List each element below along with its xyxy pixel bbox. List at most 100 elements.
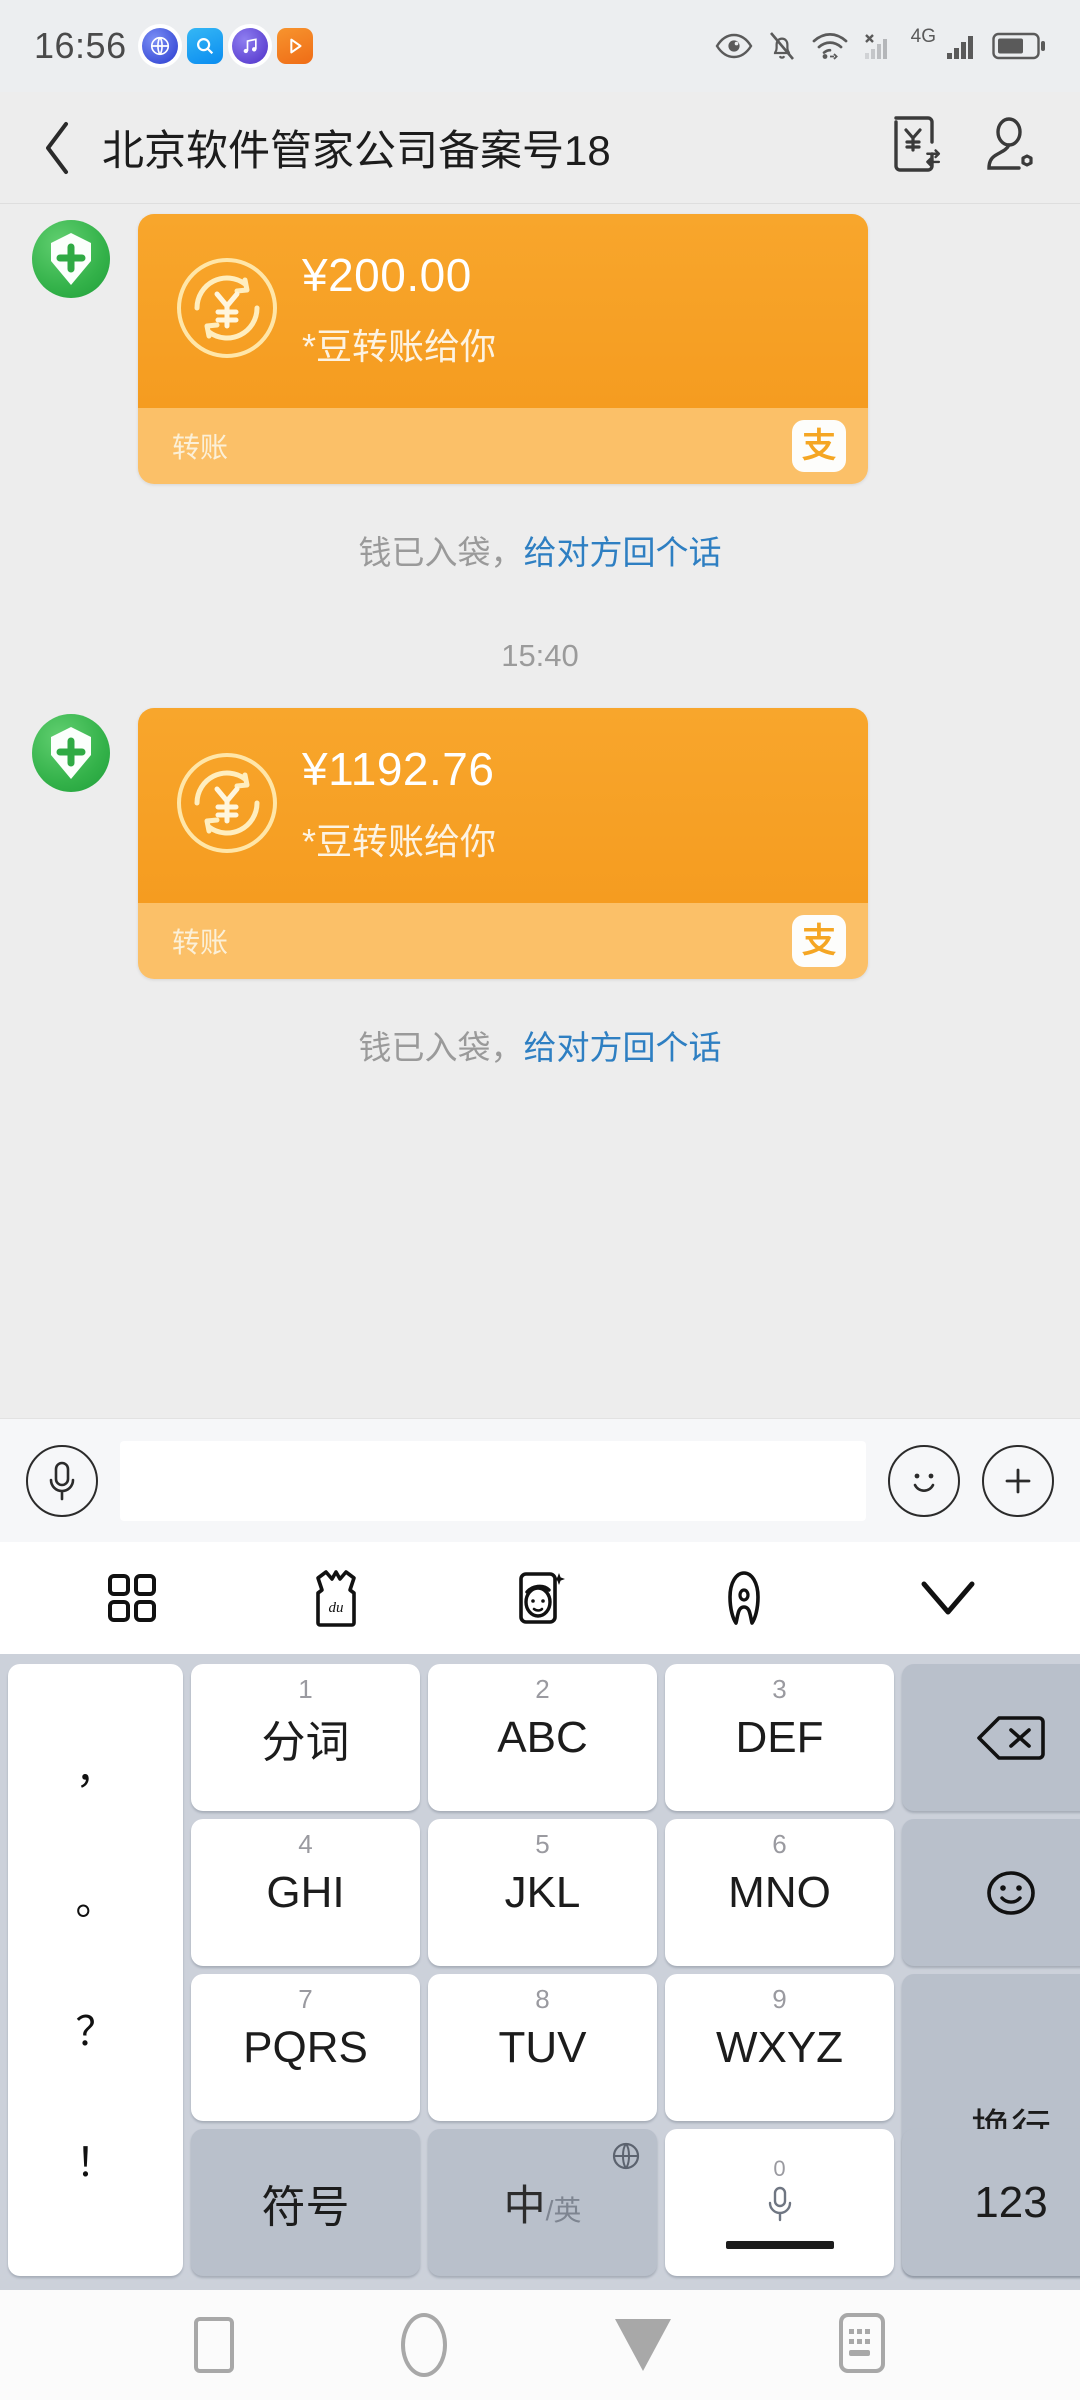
transfer-amount: ¥200.00 xyxy=(302,249,472,301)
space-key[interactable]: 0 xyxy=(665,2129,894,2276)
transfer-note: *豆转账给你 xyxy=(302,326,497,368)
signal-4g-icon xyxy=(946,31,978,61)
punctuation-comma[interactable]: ， xyxy=(76,1750,116,1790)
transfer-type-label: 转账 xyxy=(172,926,229,958)
sticker-face-icon[interactable] xyxy=(485,1542,595,1654)
message-transfer-card[interactable]: ¥1192.76 *豆转账给你 转账 支 xyxy=(0,708,1080,979)
microphone-icon xyxy=(767,2186,793,2231)
key-9[interactable]: 9 WXYZ xyxy=(665,1974,894,2121)
alipay-badge-icon: 支 xyxy=(792,914,846,967)
space-bar-indicator xyxy=(725,2241,834,2249)
home-circle-icon[interactable] xyxy=(401,2313,448,2377)
music-icon xyxy=(231,28,268,64)
input-method-person-icon[interactable] xyxy=(689,1542,799,1654)
key-number: 5 xyxy=(535,1829,550,1859)
voice-record-button[interactable] xyxy=(26,1444,98,1517)
transfer-yen-icon xyxy=(168,747,286,859)
status-bar: 16:56 4G xyxy=(0,0,1080,92)
transfer-status-text: 钱已入袋， xyxy=(358,534,524,572)
key-3[interactable]: 3 DEF xyxy=(665,1664,894,1811)
key-number: 3 xyxy=(772,1674,787,1704)
wifi-icon xyxy=(811,31,849,61)
system-navigation-bar xyxy=(0,2290,1080,2400)
keyboard-emoji-key[interactable] xyxy=(902,1819,1080,1966)
numeric-label: 123 xyxy=(974,2177,1048,2227)
smiley-icon xyxy=(987,1870,1035,1915)
phone-screen: 16:56 4G 北京软件管家公司备案号18 ¥200.00 *豆转账给你 转账… xyxy=(0,0,1080,2400)
punctuation-question[interactable]: ？ xyxy=(76,2012,116,2052)
key-number: 2 xyxy=(535,1674,550,1704)
chat-message-list[interactable]: ¥200.00 *豆转账给你 转账 支 钱已入袋，给对方回个话 15:40 ¥1… xyxy=(0,204,1080,1418)
back-button[interactable] xyxy=(30,120,84,176)
key-label: DEF xyxy=(735,1712,824,1762)
key-6[interactable]: 6 MNO xyxy=(665,1819,894,1966)
backspace-icon xyxy=(977,1715,1045,1760)
punctuation-period[interactable]: 。 xyxy=(76,1881,116,1921)
key-2[interactable]: 2 ABC xyxy=(428,1664,657,1811)
shield-plus-avatar[interactable] xyxy=(32,714,110,793)
key-label: MNO xyxy=(728,1867,831,1917)
key-number: 1 xyxy=(298,1674,313,1704)
transfer-card-text: ¥200.00 *豆转账给你 xyxy=(302,248,496,368)
transfer-card-body: ¥200.00 *豆转账给你 xyxy=(138,214,868,409)
reply-link[interactable]: 给对方回个话 xyxy=(524,1029,722,1066)
message-input[interactable] xyxy=(120,1440,866,1521)
contact-profile-icon[interactable] xyxy=(984,114,1040,181)
key-4[interactable]: 4 GHI xyxy=(191,1819,420,1966)
key-number: 6 xyxy=(772,1829,787,1859)
recents-square-icon[interactable] xyxy=(193,2317,234,2373)
signal-no-service-icon xyxy=(863,31,897,61)
status-bar-notification-icons xyxy=(141,28,313,64)
message-transfer-card[interactable]: ¥200.00 *豆转账给你 转账 支 xyxy=(0,214,1080,485)
status-bar-system-icons: 4G xyxy=(715,26,1046,62)
network-type-label: 4G xyxy=(910,26,936,47)
key-number: 7 xyxy=(298,1984,313,2014)
search-icon xyxy=(186,28,223,64)
globe-icon xyxy=(611,2141,641,2176)
reply-link[interactable]: 给对方回个话 xyxy=(524,534,722,571)
chevron-down-icon[interactable] xyxy=(893,1542,1003,1654)
transfer-card-body: ¥1192.76 *豆转账给你 xyxy=(138,708,868,903)
tshirt-du-icon[interactable]: du xyxy=(281,1542,391,1654)
key-number: 9 xyxy=(772,1984,787,2014)
punctuation-key[interactable]: ， 。 ？ ！ xyxy=(8,1664,183,2276)
key-label: GHI xyxy=(266,1867,345,1917)
key-number: 4 xyxy=(298,1829,313,1859)
emoji-button[interactable] xyxy=(888,1444,960,1517)
key-1[interactable]: 1 分词 xyxy=(191,1664,420,1811)
globe-icon xyxy=(141,28,178,64)
transfer-card-footer: 转账 支 xyxy=(138,902,868,979)
shield-plus-avatar[interactable] xyxy=(32,220,110,298)
key-label: TUV xyxy=(498,2022,587,2072)
grid-apps-icon[interactable] xyxy=(77,1542,187,1654)
status-bar-clock: 16:56 xyxy=(34,25,127,66)
transfer-status-text: 钱已入袋， xyxy=(358,1028,524,1066)
transfer-card-text: ¥1192.76 *豆转账给你 xyxy=(302,742,496,862)
keyboard-icon[interactable] xyxy=(838,2312,886,2379)
transfer-bill-icon[interactable] xyxy=(890,114,946,181)
language-switch-key[interactable]: 中/英 xyxy=(428,2129,657,2276)
battery-icon xyxy=(992,32,1046,60)
language-label: 中/英 xyxy=(503,2182,582,2229)
punctuation-exclaim[interactable]: ！ xyxy=(76,2143,116,2183)
more-actions-button[interactable] xyxy=(982,1444,1054,1517)
symbols-key[interactable]: 符号 xyxy=(191,2129,420,2276)
key-8[interactable]: 8 TUV xyxy=(428,1974,657,2121)
app-header: 北京软件管家公司备案号18 xyxy=(0,92,1080,204)
message-timestamp: 15:40 xyxy=(501,638,579,674)
key-5[interactable]: 5 JKL xyxy=(428,1819,657,1966)
backspace-key[interactable] xyxy=(902,1664,1080,1811)
transfer-status-line: 钱已入袋，给对方回个话 xyxy=(0,526,1080,574)
key-7[interactable]: 7 PQRS xyxy=(191,1974,420,2121)
back-triangle-icon[interactable] xyxy=(614,2319,671,2371)
key-label: PQRS xyxy=(243,2022,368,2072)
transfer-card[interactable]: ¥200.00 *豆转账给你 转账 支 xyxy=(138,214,868,485)
space-zero-label: 0 xyxy=(773,2156,786,2181)
page-title: 北京软件管家公司备案号18 xyxy=(102,127,611,174)
numeric-key[interactable]: 123 xyxy=(902,2129,1080,2276)
transfer-amount: ¥1192.76 xyxy=(302,743,495,796)
transfer-card[interactable]: ¥1192.76 *豆转账给你 转账 支 xyxy=(138,708,868,979)
header-action-group xyxy=(890,114,1050,181)
transfer-yen-icon xyxy=(168,252,286,364)
message-input-bar xyxy=(0,1418,1080,1542)
